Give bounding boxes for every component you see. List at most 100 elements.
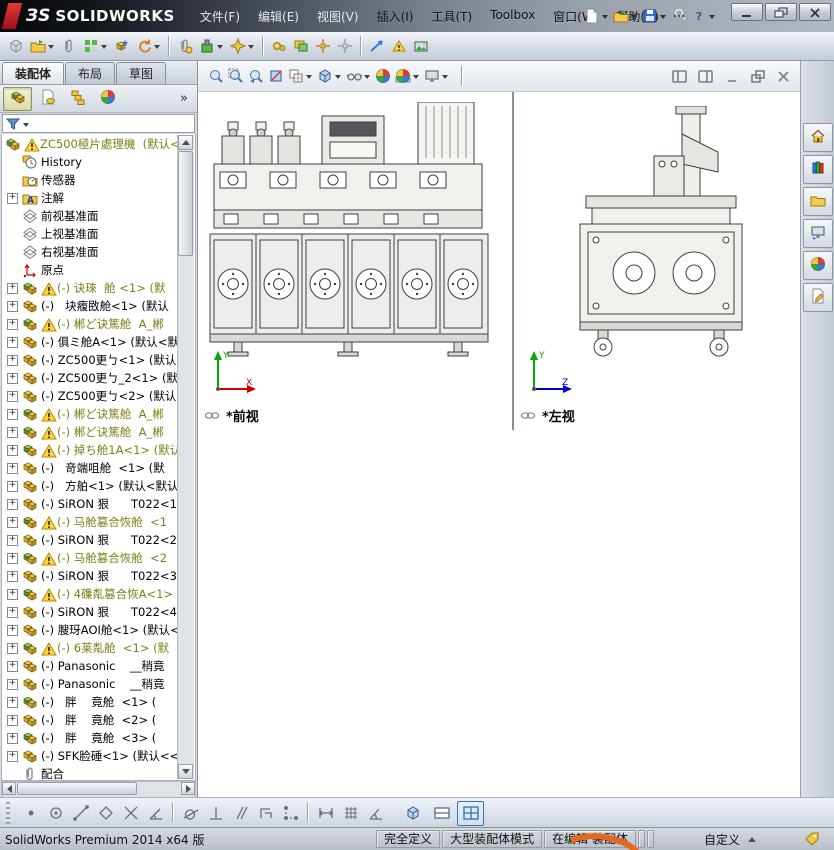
dimension-button[interactable]: [314, 802, 337, 825]
corner-button[interactable]: [254, 802, 277, 825]
measure-button[interactable]: [367, 33, 387, 59]
tab-sketch[interactable]: 草图: [116, 62, 167, 84]
resources-home-button[interactable]: [802, 123, 833, 152]
edit-appearance-button[interactable]: [373, 63, 393, 89]
viewport-left[interactable]: YZ *左视: [514, 92, 800, 428]
dropdown-caret-icon[interactable]: [631, 15, 637, 19]
display-style-button[interactable]: [315, 63, 344, 89]
expand-toggle[interactable]: +: [7, 337, 18, 348]
expand-toggle[interactable]: +: [7, 607, 18, 618]
menu-item[interactable]: 工具(T): [422, 5, 481, 27]
point-button[interactable]: [19, 802, 42, 825]
menu-item[interactable]: 视图(V): [308, 5, 368, 27]
displaymanager-button[interactable]: [93, 87, 122, 111]
component-pattern-button[interactable]: [81, 33, 110, 59]
scroll-down-button[interactable]: [178, 764, 193, 779]
doc-close-button[interactable]: [772, 68, 794, 84]
motion-study-button[interactable]: [269, 33, 289, 59]
expand-toggle[interactable]: +: [7, 661, 18, 672]
tree-item[interactable]: History: [3, 153, 178, 171]
minimize-button[interactable]: [731, 3, 763, 21]
close-button[interactable]: [799, 3, 831, 21]
tree-item[interactable]: 前视基准面: [3, 207, 178, 225]
save-button[interactable]: [640, 4, 669, 28]
tree-item[interactable]: + (-) 掉ち舱1A<1> (默认: [3, 441, 178, 459]
viewport-front[interactable]: YX *前视: [198, 92, 512, 428]
new-document-button[interactable]: [582, 4, 611, 28]
configurationmanager-button[interactable]: [63, 87, 92, 111]
dropdown-caret-icon[interactable]: [413, 75, 419, 79]
tag-icon[interactable]: [804, 831, 820, 847]
tree-item[interactable]: + (-) 块癁敃舱<1> (默认: [3, 297, 178, 315]
doc-minimize-button[interactable]: [720, 68, 742, 84]
expand-toggle[interactable]: +: [7, 733, 18, 744]
expand-toggle[interactable]: +: [7, 193, 18, 204]
dropdown-caret-icon[interactable]: [101, 45, 107, 49]
expand-toggle[interactable]: +: [7, 409, 18, 420]
line-button[interactable]: [69, 802, 92, 825]
dropdown-caret-icon[interactable]: [602, 15, 608, 19]
dropdown-caret-icon[interactable]: [709, 15, 715, 19]
tangent-button[interactable]: [179, 802, 202, 825]
menu-item[interactable]: 文件(F): [191, 5, 249, 27]
tree-item[interactable]: + (-) 方舶<1> (默认<默认: [3, 477, 178, 495]
menu-item[interactable]: 插入(I): [368, 5, 423, 27]
doc-restore-button[interactable]: [746, 68, 768, 84]
expand-toggle[interactable]: +: [7, 697, 18, 708]
scroll-right-button[interactable]: [181, 782, 195, 795]
smart-fasteners-button[interactable]: [59, 33, 79, 59]
exploded-view-button[interactable]: [313, 33, 333, 59]
viewport-top[interactable]: XZ *上视: [198, 428, 512, 430]
tree-item[interactable]: + (-) 6莱亃舱 <1> (默: [3, 639, 178, 657]
zoom-fit-button[interactable]: [206, 63, 226, 89]
tree-item[interactable]: + (-) Panasonic __稍竟: [3, 657, 178, 675]
tree-item[interactable]: + (-) SiRON 狠 T022<2: [3, 531, 178, 549]
dropdown-caret-icon[interactable]: [248, 45, 254, 49]
expand-toggle[interactable]: +: [7, 481, 18, 492]
tree-item[interactable]: + (-) 郴ど诀篤舱 A_郴: [3, 405, 178, 423]
mate-button[interactable]: [175, 33, 195, 59]
collapse-right-button[interactable]: [694, 68, 716, 84]
filter-caret-icon[interactable]: [23, 122, 29, 127]
angle-button[interactable]: [144, 802, 167, 825]
expand-toggle[interactable]: +: [7, 589, 18, 600]
tab-layout[interactable]: 布局: [65, 62, 116, 84]
insert-components-button[interactable]: [6, 33, 26, 59]
expand-toggle[interactable]: +: [7, 535, 18, 546]
tree-item[interactable]: + (-) Panasonic __稍竟: [3, 675, 178, 693]
appearances-button[interactable]: [802, 251, 833, 280]
expand-toggle[interactable]: +: [7, 553, 18, 564]
dropdown-caret-icon[interactable]: [442, 75, 448, 79]
help-button[interactable]: ?: [689, 4, 718, 28]
view-settings-button[interactable]: [422, 63, 451, 89]
options-button[interactable]: [669, 4, 689, 28]
tree-item[interactable]: + (-) SiRON 狠 T022<1: [3, 495, 178, 513]
tree-item[interactable]: + (-) ZC500更ㄅ_2<1> (默认<: [3, 369, 178, 387]
expand-toggle[interactable]: +: [7, 571, 18, 582]
scroll-up-button[interactable]: [178, 135, 193, 150]
design-library-button[interactable]: [802, 155, 833, 184]
custom-dropdown[interactable]: 自定义: [664, 831, 796, 848]
panel-expand-chevron[interactable]: »: [180, 91, 194, 106]
tree-vertical-scrollbar[interactable]: [177, 135, 194, 779]
tree-item[interactable]: + (-) 竒端咀舱 <1> (默: [3, 459, 178, 477]
edit-component-button[interactable]: [112, 33, 132, 59]
view-palette-button[interactable]: [802, 219, 833, 248]
propertymanager-button[interactable]: [33, 87, 62, 111]
parallel-button[interactable]: [229, 802, 252, 825]
tree-item[interactable]: 上视基准面: [3, 225, 178, 243]
tree-item[interactable]: + (-) ZC500更ㄅ<2> (默认<: [3, 387, 178, 405]
expand-toggle[interactable]: +: [7, 625, 18, 636]
expand-toggle[interactable]: +: [7, 517, 18, 528]
tree-item[interactable]: + (-) 膄玡AOI舱<1> (默认<: [3, 621, 178, 639]
view-single-button[interactable]: [399, 801, 426, 826]
explode-lines-button[interactable]: [335, 33, 355, 59]
expand-toggle[interactable]: +: [7, 679, 18, 690]
tab-assembly[interactable]: 装配体: [2, 62, 65, 84]
collapse-left-button[interactable]: [668, 68, 690, 84]
display-states-button[interactable]: [291, 33, 311, 59]
dropdown-caret-icon[interactable]: [364, 75, 370, 79]
dropdown-caret-icon[interactable]: [217, 45, 223, 49]
tree-item[interactable]: 配合: [3, 765, 178, 780]
tree-horizontal-scrollbar[interactable]: [1, 781, 196, 798]
